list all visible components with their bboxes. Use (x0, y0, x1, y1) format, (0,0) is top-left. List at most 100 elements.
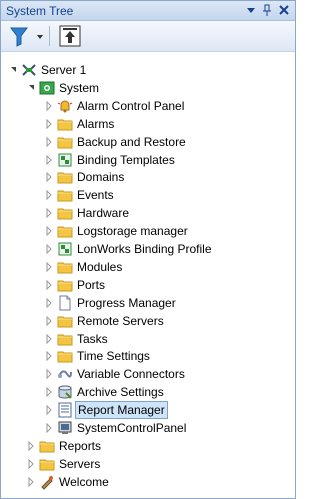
tree-item-label[interactable]: Reports (57, 438, 103, 454)
tree-item[interactable]: Modules (1, 258, 291, 276)
tree-item[interactable]: Domains (1, 168, 291, 186)
tree-item[interactable]: Remote Servers (1, 312, 291, 330)
filter-icon (10, 27, 43, 47)
tree-item[interactable]: Progress Manager (1, 294, 291, 312)
tree-item-label[interactable]: Welcome (57, 474, 111, 490)
collapse-arrow-icon[interactable] (43, 258, 55, 276)
tree-item-label[interactable]: Time Settings (75, 348, 152, 364)
collapse-arrow-icon[interactable] (43, 133, 55, 151)
tree-item-label[interactable]: Domains (75, 169, 126, 185)
document-icon (57, 295, 73, 311)
tree-item-label[interactable]: Alarms (75, 116, 116, 132)
tree-item-label[interactable]: Binding Templates (75, 152, 177, 168)
tree-item-label[interactable]: System (57, 80, 101, 96)
tree-item-label[interactable]: Tasks (75, 331, 110, 347)
binding-icon (57, 152, 73, 168)
tree-item[interactable]: System (1, 79, 291, 97)
collapse-arrow-icon[interactable] (43, 222, 55, 240)
folder-icon (57, 223, 73, 239)
report-icon (57, 402, 73, 418)
collapse-arrow-icon[interactable] (43, 240, 55, 258)
panel-title: System Tree (6, 4, 74, 18)
folder-icon (57, 187, 73, 203)
panel-toolbar (1, 21, 295, 52)
connector-icon (57, 366, 73, 382)
tree-item-label[interactable]: Hardware (75, 205, 131, 221)
tree-item[interactable]: Logstorage manager (1, 222, 291, 240)
control-panel-icon (57, 420, 73, 436)
tree-item[interactable]: Reports (1, 437, 291, 455)
collapse-arrow-icon[interactable] (43, 294, 55, 312)
collapse-arrow-icon[interactable] (43, 276, 55, 294)
collapse-arrow-icon[interactable] (25, 437, 37, 455)
tree-item[interactable]: Events (1, 186, 291, 204)
tree-item[interactable]: Backup and Restore (1, 133, 291, 151)
tree-item[interactable]: Tasks (1, 330, 291, 348)
tree-item-label[interactable]: LonWorks Binding Profile (75, 241, 214, 257)
tree-item[interactable]: Report Manager (1, 401, 291, 420)
system-icon (39, 80, 55, 96)
tree-item[interactable]: Alarms (1, 115, 291, 133)
collapse-arrow-icon[interactable] (43, 168, 55, 186)
system-tree: Server 1 System Alarm Control Panel Alarms B… (1, 53, 295, 493)
tree-item[interactable]: Time Settings (1, 347, 291, 365)
tree-item-label[interactable]: Modules (75, 259, 124, 275)
tree-item-label[interactable]: Servers (57, 456, 102, 472)
tree-item[interactable]: Archive Settings (1, 383, 291, 401)
tree-item[interactable]: LonWorks Binding Profile (1, 240, 291, 258)
collapse-arrow-icon[interactable] (43, 151, 55, 169)
tree-item[interactable]: Hardware (1, 204, 291, 222)
folder-icon (57, 169, 73, 185)
folder-icon (57, 259, 73, 275)
folder-icon (39, 438, 55, 454)
folder-icon (57, 205, 73, 221)
tree-item[interactable]: Servers (1, 455, 291, 473)
tree-item[interactable]: Server 1 (1, 61, 291, 79)
tree-item-label[interactable]: Remote Servers (75, 313, 166, 329)
tree-item-label[interactable]: Ports (75, 277, 107, 293)
toolbar-separator (49, 26, 50, 46)
tree-item-label[interactable]: Backup and Restore (75, 134, 188, 150)
close-icon[interactable] (277, 3, 291, 17)
collapse-arrow-icon[interactable] (43, 204, 55, 222)
tree-item-label[interactable]: Alarm Control Panel (75, 98, 186, 114)
collapse-arrow-icon[interactable] (43, 383, 55, 401)
collapse-arrow-icon[interactable] (43, 330, 55, 348)
tree-item[interactable]: Variable Connectors (1, 365, 291, 383)
alarm-bell-icon (57, 98, 73, 114)
expand-arrow-icon[interactable] (7, 61, 19, 79)
collapse-arrow-icon[interactable] (43, 312, 55, 330)
collapse-arrow-icon[interactable] (43, 115, 55, 133)
tree-item-label[interactable]: Logstorage manager (75, 223, 190, 239)
filter-button[interactable] (8, 24, 48, 48)
tree-item-label[interactable]: SystemControlPanel (75, 420, 188, 436)
folder-icon (57, 331, 73, 347)
collapse-arrow-icon[interactable] (25, 455, 37, 473)
collapse-arrow-icon[interactable] (43, 401, 55, 419)
tree-item-label[interactable]: Server 1 (39, 62, 88, 78)
folder-icon (57, 116, 73, 132)
tree-item-label[interactable]: Variable Connectors (75, 366, 187, 382)
collapse-arrow-icon[interactable] (25, 473, 37, 491)
tree-item-label[interactable]: Progress Manager (75, 295, 178, 311)
tree-item-label[interactable]: Events (75, 187, 116, 203)
pin-icon[interactable] (260, 3, 274, 17)
collapse-arrow-icon[interactable] (43, 419, 55, 437)
collapse-arrow-icon[interactable] (43, 97, 55, 115)
tree-item[interactable]: Alarm Control Panel (1, 97, 291, 115)
tree-item-label[interactable]: Report Manager (75, 401, 168, 420)
collapse-arrow-icon[interactable] (43, 186, 55, 204)
collapse-arrow-icon[interactable] (43, 365, 55, 383)
collapse-arrow-icon[interactable] (43, 347, 55, 365)
collapse-all-icon (59, 25, 81, 47)
tree-item[interactable]: Ports (1, 276, 291, 294)
tree-item[interactable]: SystemControlPanel (1, 419, 291, 437)
server-icon (21, 62, 37, 78)
binding-icon (57, 241, 73, 257)
collapse-all-button[interactable] (58, 24, 82, 48)
dropdown-icon[interactable] (244, 3, 258, 17)
tree-item[interactable]: Binding Templates (1, 151, 291, 169)
tree-item-label[interactable]: Archive Settings (75, 384, 166, 400)
expand-arrow-icon[interactable] (25, 79, 37, 97)
tree-item[interactable]: Welcome (1, 473, 291, 491)
